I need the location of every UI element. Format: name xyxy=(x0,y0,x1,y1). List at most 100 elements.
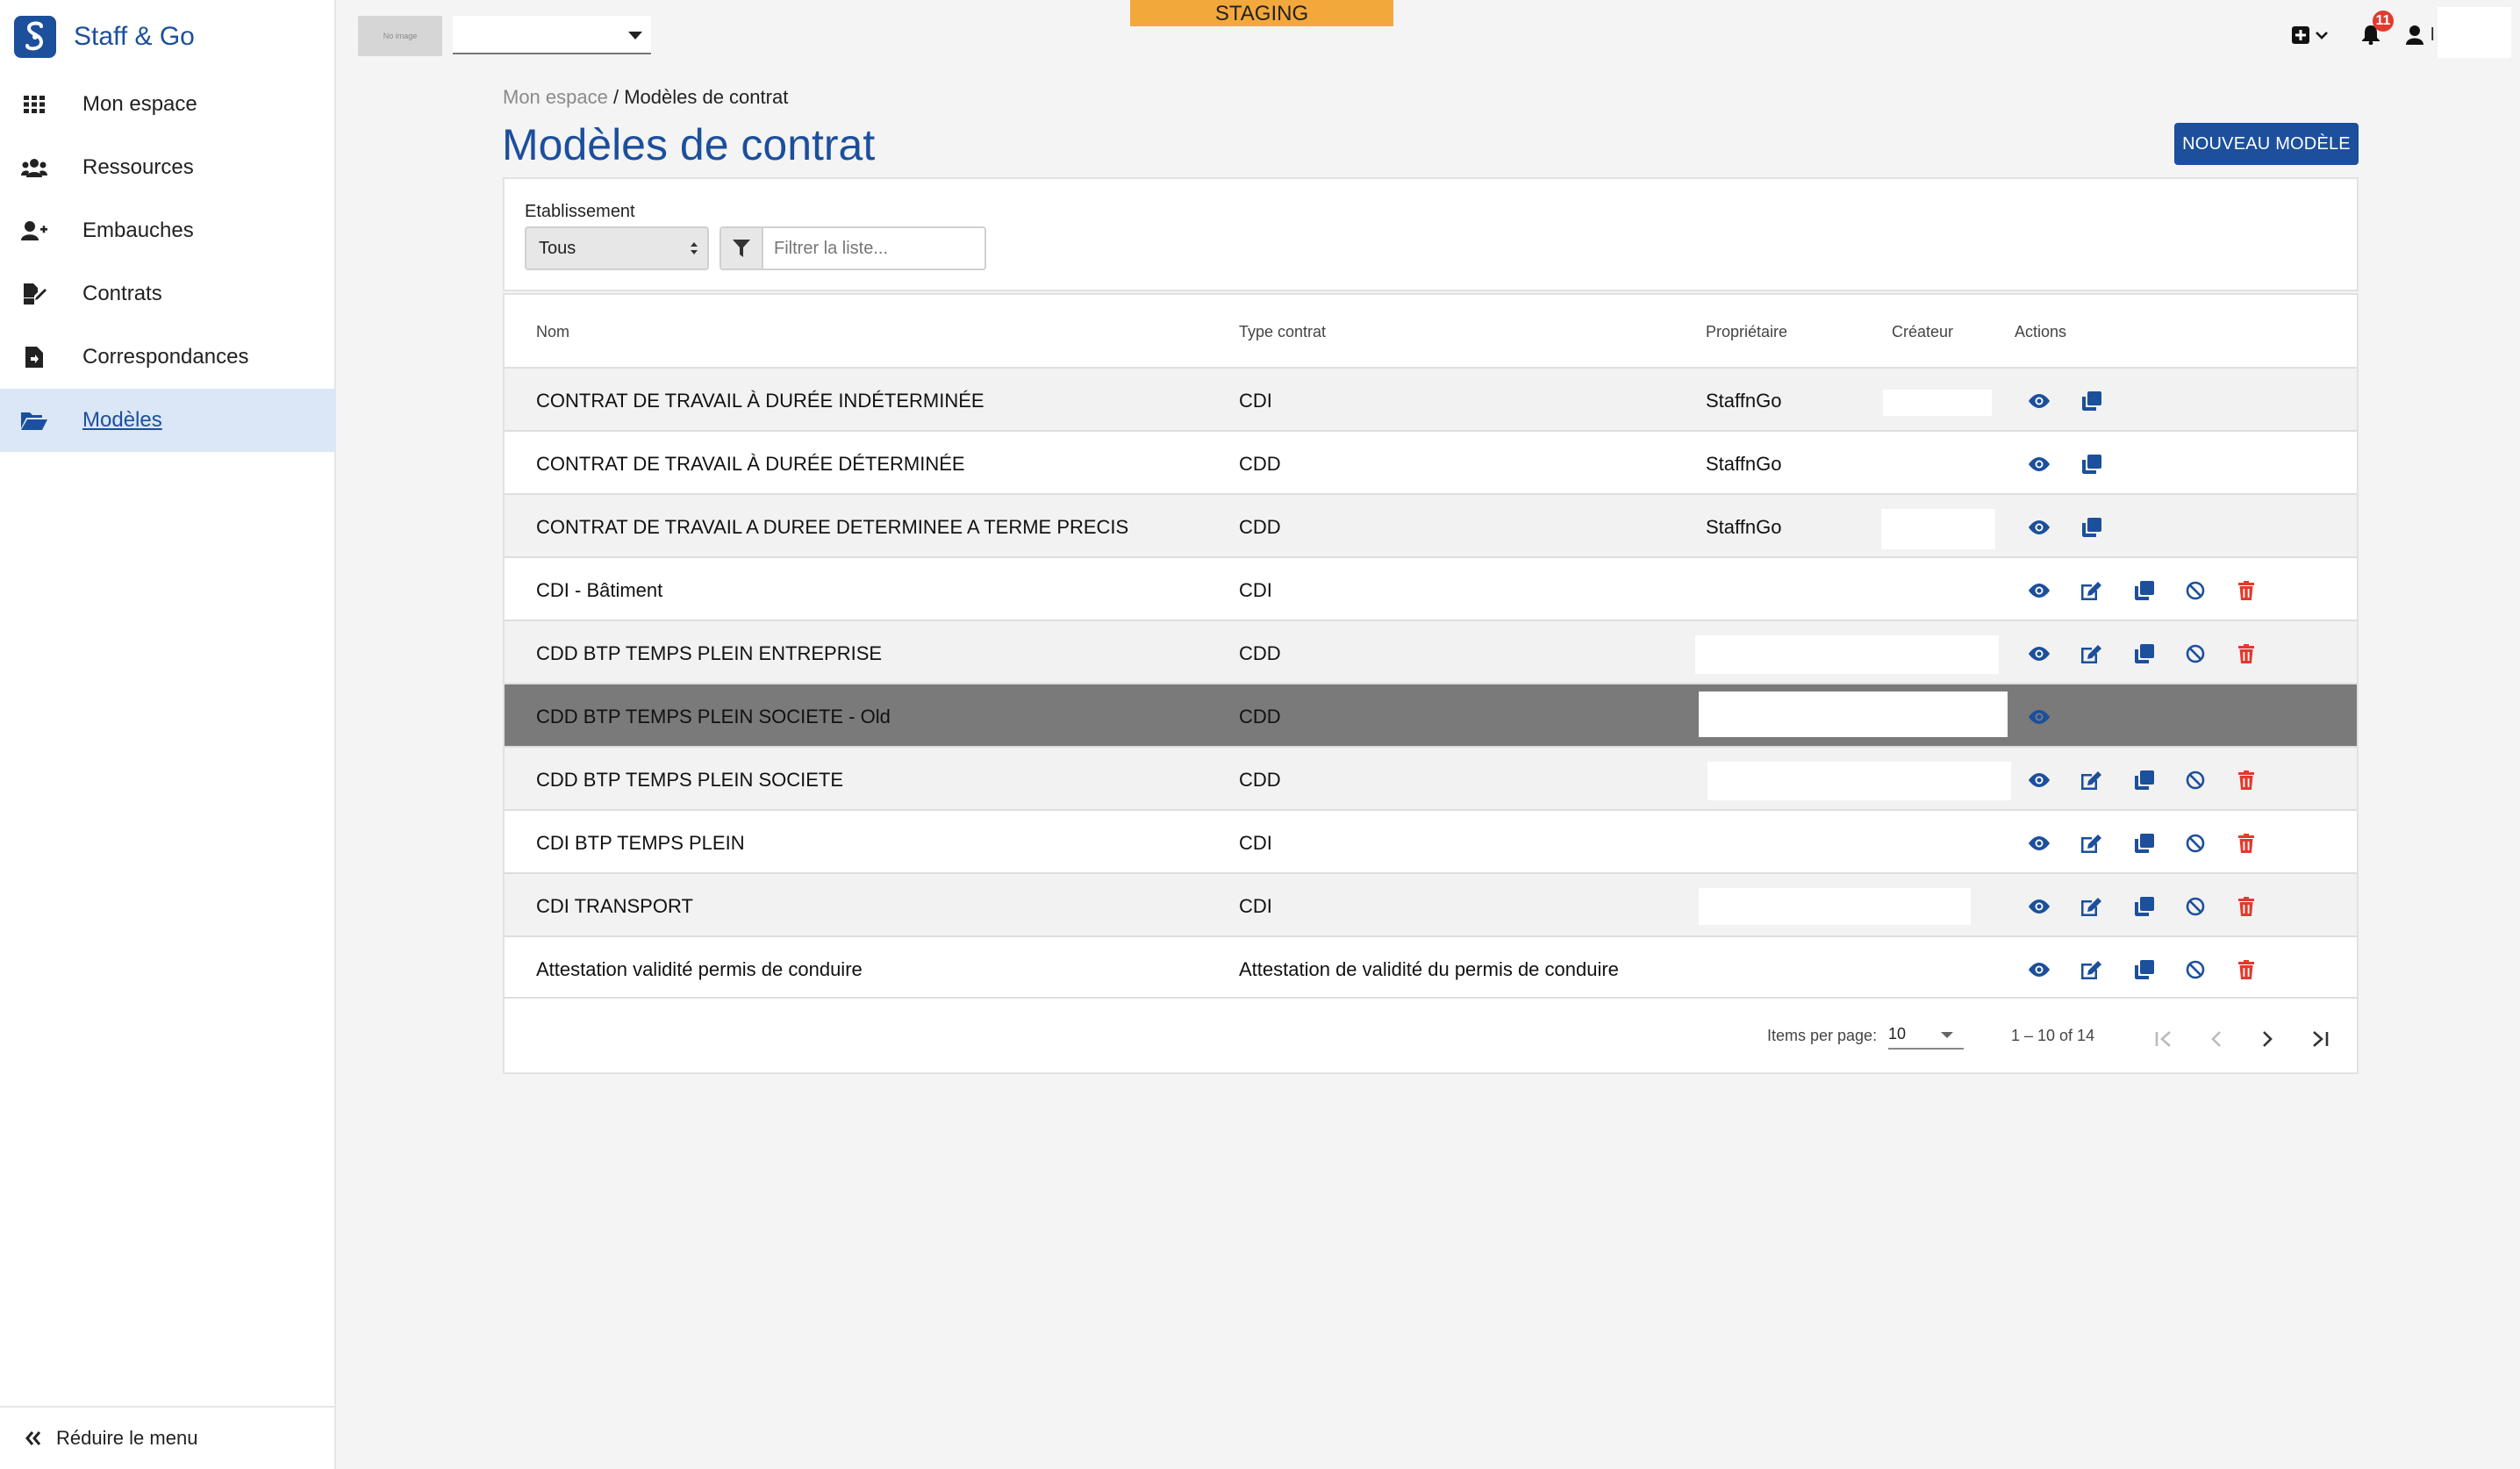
view-button[interactable] xyxy=(2026,767,2052,793)
chevron-right-icon xyxy=(2261,1030,2273,1048)
cell-nom: CDI - Bâtiment xyxy=(536,579,663,601)
table-row[interactable]: CDI BTP TEMPS PLEIN CDI xyxy=(505,809,2357,872)
items-per-page-select[interactable]: 10 xyxy=(1888,1018,1964,1050)
copy-icon xyxy=(2082,455,2101,474)
filter-list-input[interactable] xyxy=(763,228,983,269)
eye-icon xyxy=(2028,836,2051,850)
brand[interactable]: Staff & Go xyxy=(14,16,195,58)
column-header-createur[interactable]: Créateur xyxy=(1892,323,1953,341)
table-row[interactable]: CDI TRANSPORT CDI xyxy=(505,872,2357,935)
view-button[interactable] xyxy=(2026,830,2052,856)
ban-icon xyxy=(2186,897,2205,916)
eye-icon xyxy=(2028,710,2051,724)
duplicate-button[interactable] xyxy=(2131,830,2158,856)
user-menu-button[interactable]: l xyxy=(2406,21,2434,49)
copy-icon xyxy=(2135,897,2154,916)
table-row[interactable]: CDD BTP TEMPS PLEIN SOCIETE CDD xyxy=(505,746,2357,809)
view-button[interactable] xyxy=(2026,388,2052,414)
eye-icon xyxy=(2028,773,2051,787)
view-button[interactable] xyxy=(2026,641,2052,667)
copy-icon xyxy=(2135,770,2154,790)
eye-icon xyxy=(2028,899,2051,914)
cell-type-contrat: CDI xyxy=(1239,832,1272,854)
table-row[interactable]: CONTRAT DE TRAVAIL À DURÉE DÉTERMINÉE CD… xyxy=(505,430,2357,493)
view-button[interactable] xyxy=(2026,704,2052,730)
disable-button[interactable] xyxy=(2182,767,2209,793)
users-icon xyxy=(21,157,47,178)
edit-icon xyxy=(2081,581,2102,600)
brand-name: Staff & Go xyxy=(74,22,195,51)
sidebar-item-correspondances[interactable]: Correspondances xyxy=(0,326,336,389)
sidebar-item-mon-espace[interactable]: Mon espace xyxy=(0,73,336,136)
etablissement-select[interactable]: Tous xyxy=(525,226,709,270)
sidebar-item-modeles[interactable]: Modèles xyxy=(0,389,336,452)
breadcrumb-current: Modèles de contrat xyxy=(624,86,789,108)
table-row[interactable]: CONTRAT DE TRAVAIL A DUREE DETERMINEE A … xyxy=(505,493,2357,556)
delete-button[interactable] xyxy=(2233,957,2259,983)
disable-button[interactable] xyxy=(2182,577,2209,604)
duplicate-button[interactable] xyxy=(2079,514,2105,541)
add-menu-button[interactable] xyxy=(2292,21,2329,49)
sidebar-item-contrats[interactable]: Contrats xyxy=(0,262,336,326)
disable-button[interactable] xyxy=(2182,830,2209,856)
duplicate-button[interactable] xyxy=(2131,641,2158,667)
company-select[interactable] xyxy=(453,16,651,54)
edit-icon xyxy=(2081,897,2102,916)
column-header-proprietaire[interactable]: Propriétaire xyxy=(1706,323,1787,341)
collapse-menu-button[interactable]: Réduire le menu xyxy=(0,1406,336,1469)
edit-button[interactable] xyxy=(2079,830,2105,856)
breadcrumb-mon-espace-link[interactable]: Mon espace xyxy=(503,86,608,108)
table-row[interactable]: CDD BTP TEMPS PLEIN ENTREPRISE CDD xyxy=(505,620,2357,683)
first-page-button[interactable] xyxy=(2146,1021,2181,1057)
sidebar-item-ressources[interactable]: Ressources xyxy=(0,136,336,199)
column-header-nom[interactable]: Nom xyxy=(536,323,569,341)
sidebar-item-label: Modèles xyxy=(82,408,162,432)
duplicate-button[interactable] xyxy=(2079,388,2105,414)
delete-button[interactable] xyxy=(2233,577,2259,604)
view-button[interactable] xyxy=(2026,451,2052,477)
table-row[interactable]: Attestation validité permis de conduire … xyxy=(505,935,2357,999)
disable-button[interactable] xyxy=(2182,641,2209,667)
edit-icon xyxy=(2081,960,2102,979)
delete-button[interactable] xyxy=(2233,830,2259,856)
eye-icon xyxy=(2028,963,2051,977)
edit-button[interactable] xyxy=(2079,957,2105,983)
plus-square-icon xyxy=(2292,26,2309,44)
disable-button[interactable] xyxy=(2182,957,2209,983)
disable-button[interactable] xyxy=(2182,893,2209,920)
delete-button[interactable] xyxy=(2233,767,2259,793)
filter-group xyxy=(719,226,986,270)
user-avatar[interactable] xyxy=(2438,7,2511,58)
filter-button[interactable] xyxy=(721,228,763,269)
copy-icon xyxy=(2135,644,2154,663)
next-page-button[interactable] xyxy=(2250,1021,2285,1057)
duplicate-button[interactable] xyxy=(2131,767,2158,793)
view-button[interactable] xyxy=(2026,893,2052,920)
column-header-type-contrat[interactable]: Type contrat xyxy=(1239,323,1326,341)
etablissement-value: Tous xyxy=(539,239,576,258)
view-button[interactable] xyxy=(2026,514,2052,541)
duplicate-button[interactable] xyxy=(2131,577,2158,604)
delete-button[interactable] xyxy=(2233,893,2259,920)
cell-type-contrat: CDD xyxy=(1239,516,1281,538)
sidebar-item-label: Contrats xyxy=(82,282,162,305)
edit-button[interactable] xyxy=(2079,893,2105,920)
duplicate-button[interactable] xyxy=(2131,957,2158,983)
new-model-button[interactable]: NOUVEAU MODÈLE xyxy=(2174,123,2359,165)
table-row[interactable]: CDI - Bâtiment CDI xyxy=(505,556,2357,620)
duplicate-button[interactable] xyxy=(2131,893,2158,920)
edit-button[interactable] xyxy=(2079,641,2105,667)
duplicate-button[interactable] xyxy=(2079,451,2105,477)
file-signature-icon xyxy=(21,283,47,305)
cell-nom: CONTRAT DE TRAVAIL À DURÉE DÉTERMINÉE xyxy=(536,453,965,475)
table-row[interactable]: CONTRAT DE TRAVAIL À DURÉE INDÉTERMINÉE … xyxy=(505,367,2357,430)
delete-button[interactable] xyxy=(2233,641,2259,667)
edit-button[interactable] xyxy=(2079,577,2105,604)
table-row-selected[interactable]: CDD BTP TEMPS PLEIN SOCIETE - Old CDD xyxy=(505,683,2357,746)
view-button[interactable] xyxy=(2026,577,2052,604)
view-button[interactable] xyxy=(2026,957,2052,983)
sidebar-item-embauches[interactable]: Embauches xyxy=(0,199,336,262)
previous-page-button[interactable] xyxy=(2199,1021,2234,1057)
last-page-button[interactable] xyxy=(2302,1021,2337,1057)
edit-button[interactable] xyxy=(2079,767,2105,793)
